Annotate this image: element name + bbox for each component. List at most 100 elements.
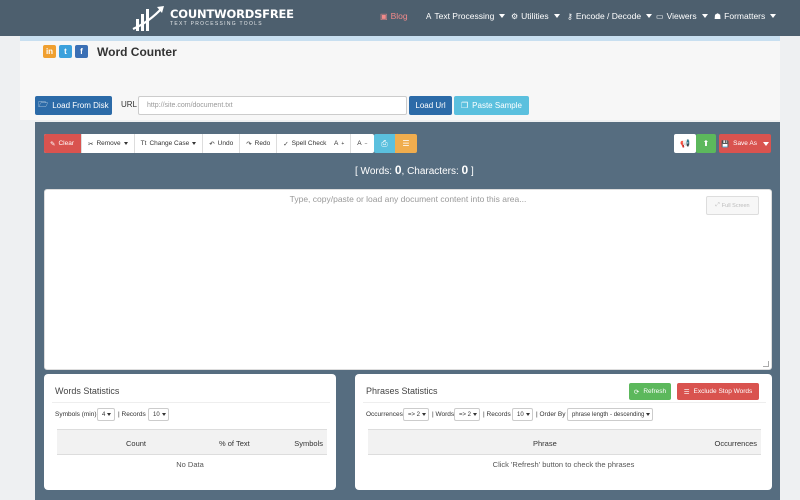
clear-button[interactable]: ✎ Clear: [44, 134, 82, 153]
brand-logo-link[interactable]: COUNTWORDSFREE TEXT PROCESSING TOOLS: [132, 3, 294, 33]
sliders-icon: ☰: [683, 388, 690, 396]
redo-label: Redo: [254, 140, 271, 147]
chevron-down-icon: [499, 14, 506, 18]
order-by-label-text: Order By: [539, 411, 566, 418]
font-increase-label: A: [334, 140, 339, 147]
print-icon: ⎙: [381, 138, 388, 148]
column-header-percent[interactable]: % of Text: [219, 439, 250, 448]
font-decrease-button[interactable]: A −: [351, 134, 373, 153]
expand-icon: ⤢: [715, 202, 720, 208]
records-label: | Records: [483, 411, 511, 418]
settings-button[interactable]: ☰: [395, 134, 417, 153]
phrases-table-header: Phrase Occurrences: [368, 429, 761, 455]
text-area-placeholder: Type, copy/paste or load any document co…: [289, 194, 527, 204]
refresh-button[interactable]: ⟳ Refresh: [629, 383, 671, 400]
user-icon: ☗: [714, 11, 722, 21]
font-icon: A: [426, 11, 432, 21]
nav-encode-decode[interactable]: ⚷ Encode / Decode: [567, 11, 653, 21]
nav-text-processing-label: Text Processing: [434, 11, 495, 21]
nav-blog[interactable]: ▣ Blog: [380, 11, 408, 21]
text-height-icon: Tt: [140, 140, 147, 147]
twitter-icon[interactable]: t: [59, 45, 72, 58]
remove-dropdown[interactable]: ✂ Remove: [82, 134, 135, 153]
main-text-area[interactable]: Type, copy/paste or load any document co…: [44, 189, 772, 370]
chevron-down-icon: [646, 14, 653, 18]
save-as-label: Save As: [733, 140, 757, 147]
bullhorn-icon: 📢: [680, 139, 690, 148]
upload-button[interactable]: ⬆: [696, 134, 716, 153]
phrase-records-label-text: Records: [486, 411, 511, 418]
column-header-phrase[interactable]: Phrase: [533, 439, 557, 448]
full-screen-label: Full Screen: [721, 202, 750, 209]
page-title: Word Counter: [97, 45, 177, 59]
eraser-icon: ✎: [50, 140, 56, 148]
print-button[interactable]: ⎙: [374, 134, 395, 153]
nav-formatters-label: Formatters: [724, 11, 766, 21]
facebook-icon[interactable]: f: [75, 45, 88, 58]
folder-open-icon: 🗁: [38, 99, 49, 109]
phrase-records-select[interactable]: 10: [512, 408, 533, 421]
occurrences-select[interactable]: => 2: [403, 408, 429, 421]
nav-encode-decode-label: Encode / Decode: [575, 11, 642, 21]
arrow-up-icon: ⬆: [702, 139, 710, 148]
words-label-text: Words: [435, 411, 455, 418]
word-count-value: 0: [394, 163, 402, 177]
nav-viewers[interactable]: ▭ Viewers: [656, 11, 708, 21]
resize-handle-icon[interactable]: [763, 361, 769, 367]
chevron-down-icon: [192, 142, 197, 145]
records-select[interactable]: 10: [148, 408, 169, 421]
column-header-symbols[interactable]: Symbols: [294, 439, 323, 448]
paste-icon: ❐: [461, 101, 469, 110]
nav-utilities-label: Utilities: [521, 11, 549, 21]
url-input[interactable]: http://site.com/document.txt: [138, 96, 407, 115]
announce-button[interactable]: 📢: [674, 134, 696, 153]
font-decrease-label: A: [357, 140, 362, 147]
undo-label: Undo: [217, 140, 234, 147]
redo-icon: ↷: [246, 140, 252, 148]
chevron-down-icon: [762, 141, 769, 146]
phrases-table-empty: Click 'Refresh' button to check the phra…: [492, 460, 635, 469]
counts-mid: , Characters:: [401, 166, 462, 177]
nav-text-processing[interactable]: A Text Processing: [426, 11, 506, 21]
save-as-dropdown[interactable]: 💾 Save As: [719, 134, 771, 153]
redo-button[interactable]: ↷ Redo: [240, 134, 278, 153]
gear-icon: ⚙: [511, 11, 519, 21]
change-case-label: Change Case: [149, 140, 190, 147]
nav-formatters[interactable]: ☗ Formatters: [714, 11, 777, 21]
chevron-down-icon: [553, 14, 560, 18]
change-case-dropdown[interactable]: Tt Change Case: [135, 134, 204, 153]
words-statistics-title: Words Statistics: [55, 386, 120, 396]
chevron-down-icon: [107, 413, 112, 416]
chevron-down-icon: [422, 413, 427, 416]
divider: [52, 402, 330, 403]
scissors-icon: ✂: [88, 140, 94, 148]
symbols-min-select[interactable]: 4: [97, 408, 115, 421]
column-header-occurrences[interactable]: Occurrences: [714, 439, 757, 448]
full-screen-button[interactable]: ⤢ Full Screen: [706, 196, 759, 215]
counts-suffix: ]: [468, 166, 474, 177]
words-select[interactable]: => 2: [454, 408, 480, 421]
undo-button[interactable]: ↶ Undo: [203, 134, 241, 153]
spell-check-icon: ✓: [283, 140, 289, 148]
refresh-label: Refresh: [643, 388, 667, 395]
load-url-button[interactable]: Load Url: [409, 96, 452, 115]
column-header-count[interactable]: Count: [126, 439, 146, 448]
brand-name: COUNTWORDSFREE: [170, 6, 294, 21]
phrases-statistics-card: Phrases Statistics ⟳ Refresh ☰ Exclude S…: [355, 374, 772, 490]
symbols-min-label: Symbols (min): [55, 411, 97, 418]
nav-utilities[interactable]: ⚙ Utilities: [511, 11, 560, 21]
order-by-select[interactable]: phrase length - descending: [567, 408, 653, 421]
nav-viewers-label: Viewers: [666, 11, 697, 21]
brand-chart-logo: [132, 6, 164, 31]
linkedin-icon[interactable]: in: [43, 45, 56, 58]
spell-check-button[interactable]: ✓ Spell Check: [277, 134, 332, 153]
load-from-disk-button[interactable]: 🗁 Load From Disk: [35, 96, 112, 115]
refresh-icon: ⟳: [633, 388, 640, 396]
remove-label: Remove: [96, 140, 121, 147]
records-label-text: Records: [121, 411, 146, 418]
occurrences-value: => 2: [408, 411, 421, 418]
paste-sample-button[interactable]: ❐ Paste Sample: [454, 96, 529, 115]
font-increase-button[interactable]: A +: [328, 134, 352, 153]
window-icon: ▭: [656, 11, 664, 21]
exclude-stop-words-button[interactable]: ☰ Exclude Stop Words: [677, 383, 759, 400]
